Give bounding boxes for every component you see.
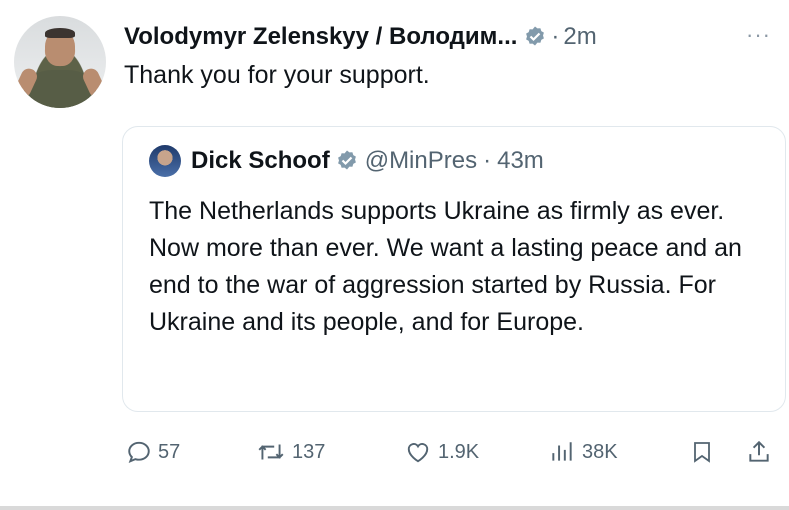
- bookmark-button[interactable]: [690, 430, 720, 474]
- reply-count: 57: [158, 440, 181, 463]
- bottom-divider: [0, 506, 789, 510]
- verified-badge-icon: [337, 150, 356, 170]
- repost-icon: [258, 444, 284, 460]
- quote-header: Dick Schoof @MinPres · 43m: [149, 145, 544, 177]
- like-icon: [407, 443, 429, 463]
- like-button[interactable]: 1.9K: [404, 430, 479, 474]
- quote-handle: @MinPres: [364, 147, 478, 174]
- quote-text: The Netherlands supports Ukraine as firm…: [149, 197, 742, 336]
- quote-author-avatar: [149, 145, 181, 177]
- tweet-actions: 57 137 1.9K 38K: [122, 430, 782, 474]
- share-icon: [749, 440, 769, 462]
- repost-button[interactable]: 137: [256, 430, 325, 474]
- reply-icon: [128, 441, 150, 463]
- verified-badge-icon: [526, 26, 545, 46]
- tweet-time[interactable]: 2m: [563, 23, 596, 51]
- views-count: 38K: [582, 440, 618, 463]
- views-button[interactable]: 38K: [548, 430, 618, 474]
- tweet-text: Thank you for your support.: [124, 61, 430, 89]
- like-count: 1.9K: [438, 440, 480, 463]
- more-options-icon[interactable]: ···: [746, 22, 771, 48]
- quoted-tweet[interactable]: Dick Schoof @MinPres · 43m The Netherlan…: [122, 126, 786, 412]
- author-name[interactable]: Volodymyr Zelenskyy / Володим...: [124, 23, 517, 51]
- bookmark-icon: [694, 442, 710, 463]
- quote-time: 43m: [497, 147, 544, 174]
- quote-separator: ·: [483, 147, 492, 174]
- views-icon: [552, 442, 572, 461]
- share-button[interactable]: [746, 430, 778, 474]
- repost-count: 137: [292, 440, 326, 463]
- reply-button[interactable]: 57: [126, 430, 180, 474]
- tweet-header: Volodymyr Zelenskyy / Володим... · 2m ··…: [124, 20, 775, 54]
- quote-author-name: Dick Schoof: [191, 147, 330, 174]
- avatar-hair: [45, 28, 75, 38]
- header-separator: ·: [551, 23, 560, 50]
- author-avatar[interactable]: [14, 16, 106, 108]
